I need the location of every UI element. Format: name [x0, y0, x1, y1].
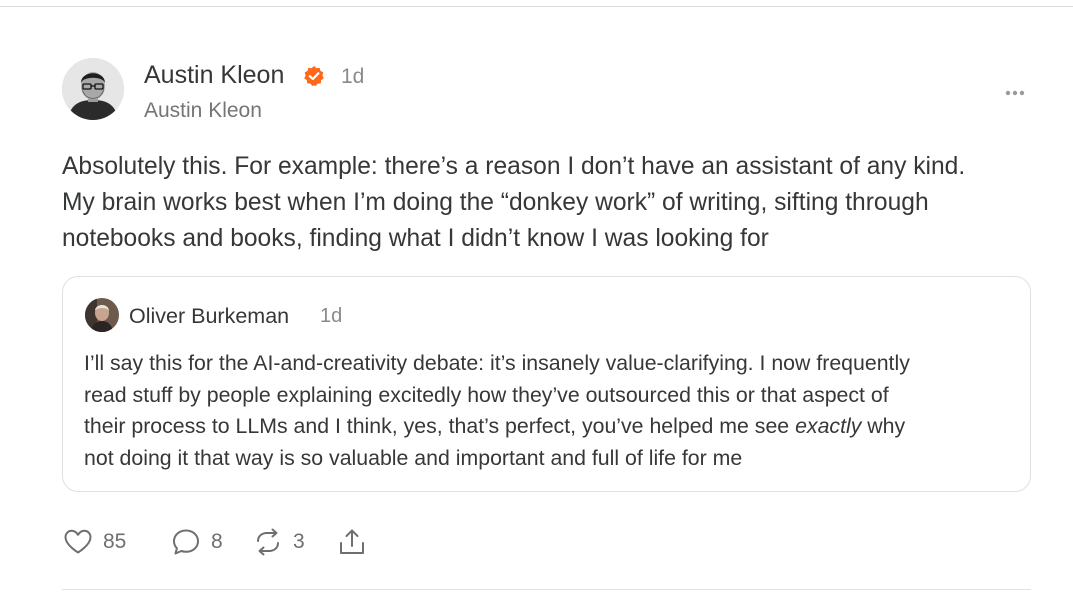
comment-icon: [173, 529, 199, 555]
quoted-body-text: their process to LLMs and I think, yes, …: [84, 414, 796, 438]
quoted-body-text: why: [861, 414, 906, 438]
top-divider: [0, 6, 1073, 7]
quoted-author-name[interactable]: Oliver Burkeman: [129, 304, 289, 329]
comment-button[interactable]: 8: [170, 526, 223, 558]
post-timestamp[interactable]: 1d: [341, 65, 364, 89]
quoted-body-line: read stuff by people explaining excitedl…: [84, 382, 889, 407]
like-button[interactable]: 85: [62, 526, 126, 558]
verified-icon: [303, 65, 325, 87]
heart-icon: [64, 529, 92, 554]
restack-button[interactable]: 3: [252, 526, 305, 558]
restack-count: 3: [293, 530, 305, 553]
author-handle: Austin Kleon: [144, 99, 262, 122]
quoted-emphasis-text: exactly: [795, 414, 862, 438]
author-avatar[interactable]: [62, 58, 124, 120]
more-icon: [1005, 90, 1025, 96]
post-body-line: Absolutely this. For example: there’s a …: [62, 153, 966, 180]
share-icon: [340, 529, 364, 554]
quoted-note-body: I’ll say this for the AI-and-creativity …: [84, 348, 910, 474]
post-body-line: My brain works best when I’m doing the “…: [62, 189, 929, 216]
post-body-line: notebooks and books, finding what I didn…: [62, 225, 769, 252]
bottom-divider: [62, 589, 1031, 590]
quoted-body-line: their process to LLMs and I think, yes, …: [84, 411, 910, 443]
share-button[interactable]: [336, 526, 368, 558]
author-name[interactable]: Austin Kleon: [144, 61, 284, 90]
quoted-note-card[interactable]: Oliver Burkeman 1d I’ll say this for the…: [62, 276, 1031, 492]
comment-count: 8: [211, 530, 223, 553]
quoted-author-avatar: [85, 298, 119, 332]
quoted-body-line: not doing it that way is so valuable and…: [84, 445, 743, 470]
post-body: Absolutely this. For example: there’s a …: [62, 149, 1042, 257]
quoted-body-line: I’ll say this for the AI-and-creativity …: [84, 351, 910, 375]
restack-icon: [257, 528, 279, 556]
quoted-timestamp: 1d: [320, 305, 343, 327]
like-count: 85: [103, 530, 127, 553]
more-options-button[interactable]: [1000, 82, 1030, 104]
